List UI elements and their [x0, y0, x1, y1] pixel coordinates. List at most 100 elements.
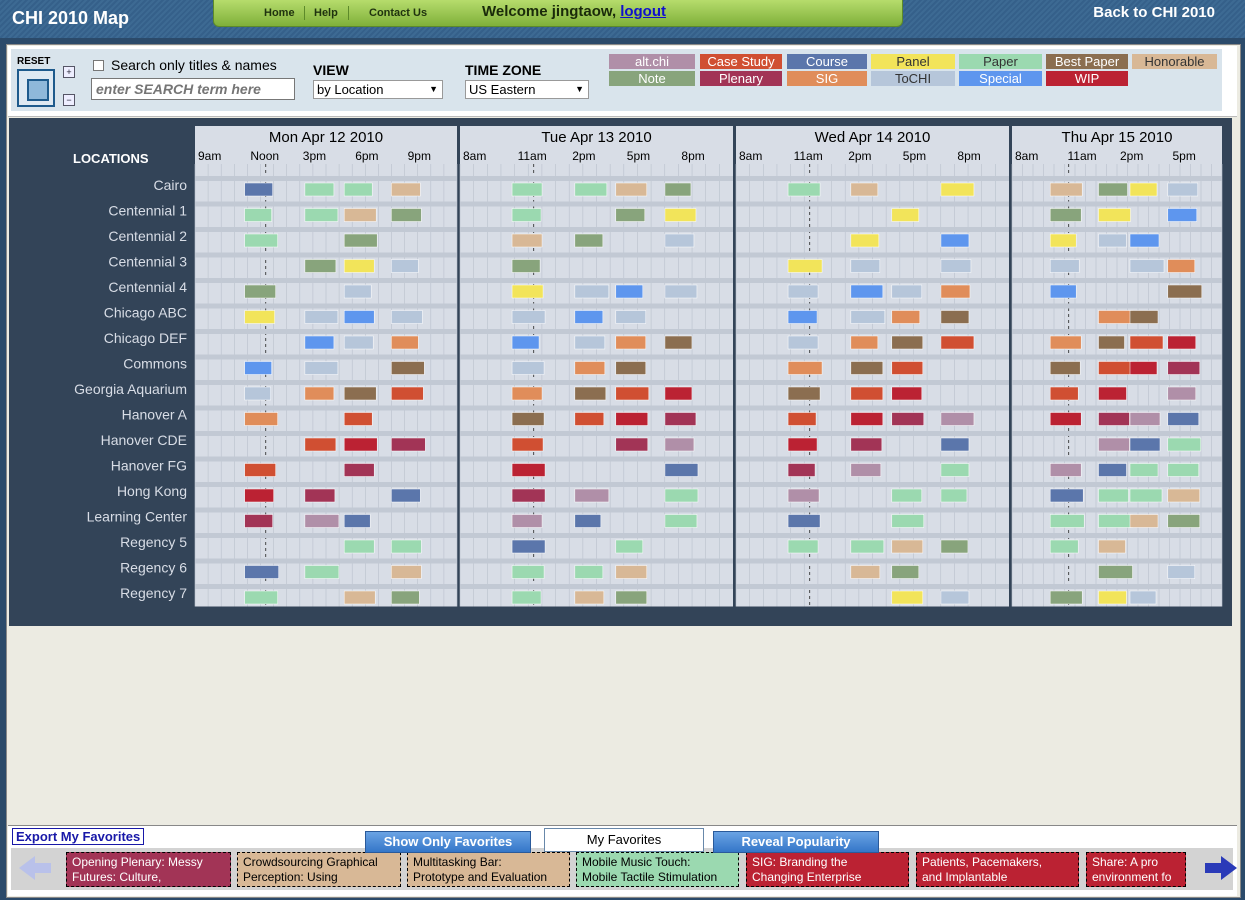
row-stripe: [195, 380, 457, 385]
session-block: [1049, 488, 1084, 503]
time-label: 2pm: [572, 149, 595, 163]
day-header: Wed Apr 14 2010: [815, 129, 931, 146]
session-block: [1098, 514, 1133, 528]
legend-item-best-paper[interactable]: Best Paper: [1046, 54, 1128, 69]
session-block: [574, 565, 604, 579]
session-block: [850, 182, 879, 197]
session-block: [891, 412, 925, 426]
favorites-strip: Opening Plenary: Messy Futures: Culture, C…: [11, 848, 1237, 890]
location-label: Commons: [123, 356, 187, 372]
session-block: [615, 208, 646, 222]
legend-item-sig[interactable]: SIG: [787, 71, 867, 86]
session-block: [1098, 539, 1126, 554]
legend-item-course[interactable]: Course: [787, 54, 867, 69]
session-block: [574, 310, 604, 324]
nav-separator: [304, 6, 305, 20]
session-block: [511, 488, 546, 503]
location-label: Centennial 2: [108, 228, 187, 244]
session-block: [1098, 335, 1125, 350]
nav-contact-button[interactable]: Contact Us: [369, 7, 427, 19]
row-stripe: [1012, 329, 1222, 334]
session-block: [615, 412, 649, 426]
favorite-card[interactable]: Patients, Pacemakers, and Implantable: [916, 852, 1079, 887]
session-block: [511, 182, 543, 197]
session-block: [787, 310, 818, 324]
legend-item-honorable[interactable]: Honorable: [1132, 54, 1217, 69]
session-block: [244, 565, 279, 579]
session-block: [850, 437, 883, 452]
session-block: [391, 259, 419, 273]
favorite-card-line: environment fo: [1092, 870, 1172, 884]
reset-view-icon[interactable]: [17, 69, 55, 107]
nav-home-button[interactable]: Home: [264, 7, 295, 19]
session-block: [1129, 437, 1161, 452]
row-stripe: [1012, 227, 1222, 232]
reveal-popularity-button[interactable]: Reveal Popularity: [713, 831, 879, 853]
favorite-card[interactable]: Multitasking Bar: Prototype and Evaluatio…: [407, 852, 570, 887]
legend-item-panel[interactable]: Panel: [871, 54, 955, 69]
show-only-favorites-button[interactable]: Show Only Favorites: [365, 831, 531, 853]
timezone-select[interactable]: US Eastern ▼: [465, 80, 589, 99]
row-stripe: [460, 431, 733, 436]
session-block: [244, 182, 273, 197]
session-block: [574, 590, 605, 605]
row-stripe: [736, 227, 1009, 232]
day-header: Thu Apr 15 2010: [1062, 129, 1173, 146]
row-stripe: [736, 533, 1009, 538]
session-block: [1167, 437, 1202, 452]
session-block: [391, 310, 423, 324]
session-block: [850, 463, 882, 477]
search-only-checkbox[interactable]: [93, 60, 104, 71]
favorite-card[interactable]: Mobile Music Touch: Mobile Tactile Stimul…: [576, 852, 739, 887]
favorite-card[interactable]: Share: A pro environment fo: [1086, 852, 1186, 887]
session-block: [391, 539, 422, 554]
session-block: [1129, 259, 1165, 273]
legend-item-paper[interactable]: Paper: [959, 54, 1042, 69]
search-input[interactable]: [91, 78, 295, 100]
row-stripe: [460, 227, 733, 232]
session-block: [1098, 208, 1131, 222]
legend-item-alt-chi[interactable]: alt.chi: [609, 54, 695, 69]
nav-separator: [348, 6, 349, 20]
row-stripe: [1012, 176, 1222, 181]
legend-item-special[interactable]: Special: [959, 71, 1042, 86]
arrow-left-icon[interactable]: [17, 854, 53, 882]
timezone-label: TIME ZONE: [465, 62, 542, 78]
session-block: [511, 539, 546, 554]
export-favorites-link[interactable]: Export My Favorites: [12, 828, 145, 845]
zoom-in-button[interactable]: +: [63, 66, 75, 78]
session-block: [244, 412, 278, 426]
row-stripe: [736, 303, 1009, 309]
row-stripe: [195, 533, 457, 538]
session-block: [1049, 361, 1081, 375]
chevron-down-icon: ▼: [429, 84, 438, 94]
favorite-card[interactable]: SIG: Branding the Changing Enterprise: [746, 852, 909, 887]
back-to-chi-link[interactable]: Back to CHI 2010: [1093, 4, 1215, 21]
session-block: [787, 488, 820, 503]
session-block: [664, 233, 695, 248]
session-block: [244, 208, 272, 222]
favorite-card[interactable]: Opening Plenary: Messy Futures: Culture,: [66, 852, 231, 887]
my-favorites-tab[interactable]: My Favorites: [544, 828, 704, 852]
legend-item-tochi[interactable]: ToCHI: [871, 71, 955, 86]
legend-item-note[interactable]: Note: [609, 71, 695, 86]
session-block: [940, 437, 970, 452]
view-select[interactable]: by Location ▼: [313, 80, 443, 99]
welcome-message: Welcome jingtaow, logout: [482, 3, 666, 20]
session-block: [891, 208, 920, 222]
legend-item-plenary[interactable]: Plenary: [700, 71, 782, 86]
session-block: [304, 565, 340, 579]
legend-item-case-study[interactable]: Case Study: [700, 54, 782, 69]
session-block: [304, 259, 337, 273]
nav-help-button[interactable]: Help: [314, 7, 338, 19]
legend-item-wip[interactable]: WIP: [1046, 71, 1128, 86]
zoom-out-button[interactable]: −: [63, 94, 75, 106]
row-stripe: [736, 176, 1009, 181]
arrow-right-icon[interactable]: [1203, 854, 1239, 882]
row-stripe: [460, 176, 733, 181]
logout-link[interactable]: logout: [620, 3, 666, 20]
session-block: [343, 182, 373, 197]
row-stripe: [195, 431, 457, 436]
row-stripe: [195, 507, 457, 513]
favorite-card[interactable]: Crowdsourcing Graphical Perception: Using: [237, 852, 401, 887]
